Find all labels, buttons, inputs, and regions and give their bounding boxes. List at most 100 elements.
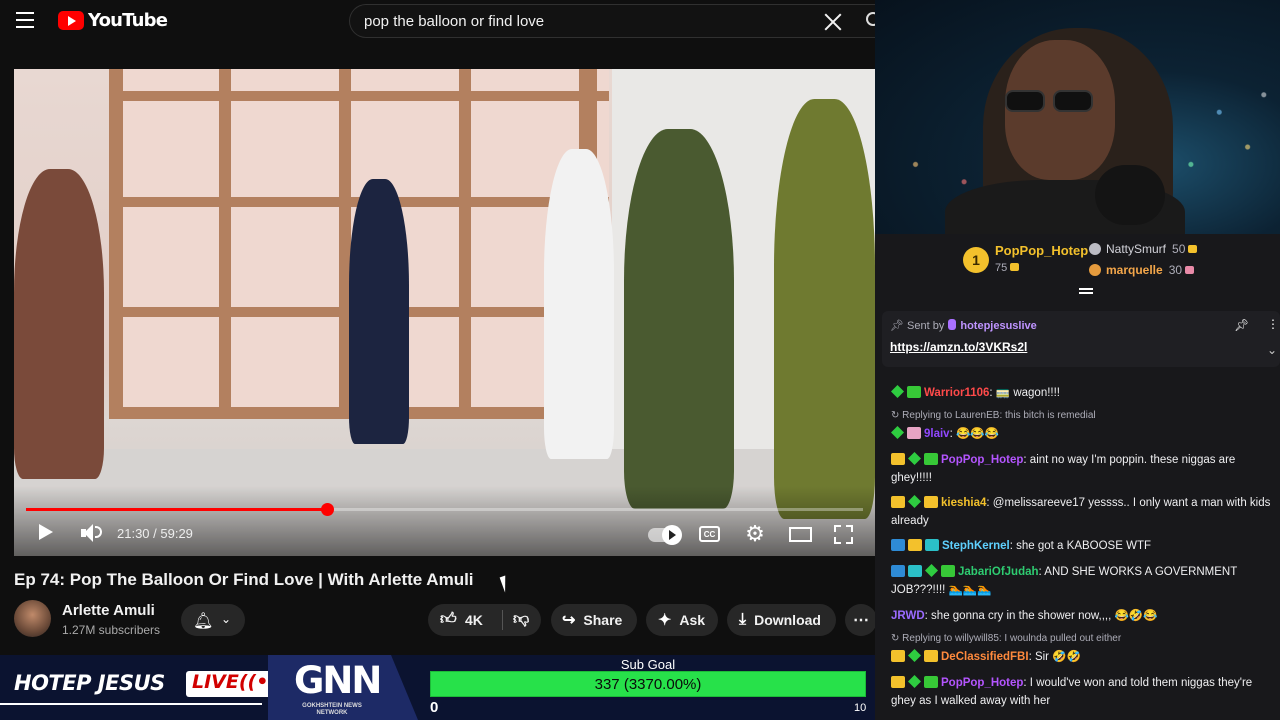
video-person [774,99,875,519]
fullscreen-icon[interactable] [834,525,853,544]
chat-username: Warrior1106 [924,387,990,399]
youtube-play-icon [58,11,84,30]
badge-icon [925,539,939,551]
leaderboard-third[interactable]: marquelle 30 [1089,263,1195,277]
glasses [1005,90,1097,112]
sub-goal-label: Sub Goal [620,657,676,672]
chevron-down-icon[interactable]: ⌄ [1267,343,1277,357]
like-count[interactable]: 4K [465,612,483,628]
progress-fill [26,508,328,511]
expand-leaderboard-icon[interactable] [1079,288,1093,298]
chat-text: : 🚃 wagon!!!! [989,387,1060,399]
badge-icon [907,386,921,398]
theater-mode-icon[interactable] [789,527,812,542]
chat-message[interactable]: PopPop_Hotep: I would've won and told th… [891,674,1276,710]
chat-message[interactable]: 9laiv: 😂😂😂 [891,425,1276,443]
pinned-sender: hotepjesuslive [960,320,1037,332]
chat-text: : she gonna cry in the shower now,,,, 😂🤣… [924,610,1158,622]
chat-username: JRWD [891,610,925,622]
thumbs-up-icon[interactable]: 👍︎ [440,610,457,629]
thumbs-down-icon[interactable]: 👎︎ [513,610,529,629]
pinned-link[interactable]: https://amzn.to/3VKRs2l [890,340,1027,354]
bell-icon: 🔔︎ [193,613,214,630]
video-person [544,149,614,459]
search-query[interactable]: pop the balloon or find love [364,13,544,30]
badge-icon [908,539,922,551]
channel-row: Arlette Amuli 1.27M subscribers 🔔︎ ⌄ 👍︎ … [14,600,875,640]
youtube-logo[interactable]: YouTube [58,10,168,31]
progress-bar[interactable] [26,503,863,516]
leaderboard-second[interactable]: NattySmurf 50 [1089,242,1198,256]
sparkle-icon: ✦ [658,612,672,629]
chat-message[interactable]: JabariOfJudah: AND SHE WORKS A GOVERNMEN… [891,563,1276,599]
pinned-message: 📌︎ Sent by hotepjesuslive https://amzn.to… [882,311,1280,367]
chat-username: kieshia4 [941,497,987,509]
share-label: Share [583,612,623,628]
share-button[interactable]: ↪ Share [551,604,637,636]
badge-icon [907,427,921,439]
webcam-feed [875,0,1280,234]
badge-icon [925,564,938,577]
badge-icon [908,565,922,577]
pin-icon[interactable]: 📌︎ [1234,318,1249,332]
rank-3-badge-icon [1089,264,1101,276]
twitch-chat: 1 PopPop_Hotep 75 NattySmurf 50 marquelle… [875,234,1280,720]
chevron-down-icon: ⌄ [221,612,232,626]
chat-message[interactable]: DeClassifiedFBI: Sir 🤣🤣 [891,648,1276,666]
reply-context: ↻ Replying to LaurenEB: this bitch is re… [891,410,1096,421]
captions-button[interactable]: CC [699,526,720,542]
search-icon[interactable] [866,12,875,26]
leaderboard: 1 PopPop_Hotep 75 NattySmurf 50 marquelle… [875,234,1280,294]
more-options-icon[interactable]: ⋮ [1267,317,1279,331]
badge-icon [908,495,921,508]
settings-gear-icon[interactable]: ⚙ [744,523,766,545]
badge-icon [891,453,905,465]
leaderboard-first-name[interactable]: PopPop_Hotep [995,243,1088,258]
ask-label: Ask [679,612,706,628]
leaderboard-first-points: 75 [995,262,1020,274]
youtube-logo-text: YouTube [88,10,168,31]
chat-message[interactable]: Warrior1106: 🚃 wagon!!!! [891,384,1276,402]
chat-username: JabariOfJudah [958,566,1039,578]
autoplay-knob [662,525,682,545]
rank-1-badge: 1 [963,247,989,273]
sub-goal-max: 10 [854,702,867,714]
search-input[interactable]: pop the balloon or find love [349,4,875,38]
subscribed-button[interactable]: 🔔︎ ⌄ [181,604,245,636]
reply-context: ↻ Replying to willywill85: I woulnda pul… [891,633,1122,644]
video-title: Ep 74: Pop The Balloon Or Find Love | Wi… [14,570,474,589]
chat-message[interactable]: PopPop_Hotep: aint no way I'm poppin. th… [891,451,1276,487]
badge-icon [924,496,938,508]
leaderboard-third-name: marquelle [1106,263,1163,277]
badge-icon [908,675,921,688]
ask-button[interactable]: ✦ Ask [646,604,718,636]
time-display: 21:30 / 59:29 [117,526,193,541]
chat-message[interactable]: StephKernel: she got a KABOOSE WTF [891,537,1276,555]
chat-message[interactable]: JRWD: she gonna cry in the shower now,,,… [891,607,1276,625]
channel-avatar[interactable] [14,600,51,637]
sub-goal-min: 0 [430,699,439,716]
autoplay-toggle[interactable] [648,525,682,545]
network-logo: GNN [294,659,382,702]
points-icon [1010,263,1020,271]
chat-username: PopPop_Hotep [941,677,1024,689]
more-actions-icon[interactable]: ⋯ [845,604,875,636]
channel-name[interactable]: Arlette Amuli [62,602,155,619]
download-button[interactable]: ⤓ Download [727,604,836,636]
menu-icon[interactable] [16,12,34,28]
close-icon[interactable] [823,12,843,32]
leaderboard-third-points: 30 [1168,263,1183,277]
video-player[interactable]: 21:30 / 59:29 CC ⚙ [14,69,875,556]
badge-icon [891,676,905,688]
play-icon[interactable] [39,524,53,540]
show-name: HOTEP JESUS [14,671,165,695]
user-badge-icon [948,319,957,330]
badge-icon [891,565,905,577]
badge-icon [891,426,904,439]
chat-message[interactable]: kieshia4: @melissareeve17 yessss.. I onl… [891,494,1276,530]
badge-icon [908,649,921,662]
badge-icon [924,650,938,662]
sub-goal-progress-bar: 337 (3370.00%) [430,671,866,697]
chat-username: 9laiv [924,428,950,440]
chat-text: : 😂😂😂 [949,428,999,440]
